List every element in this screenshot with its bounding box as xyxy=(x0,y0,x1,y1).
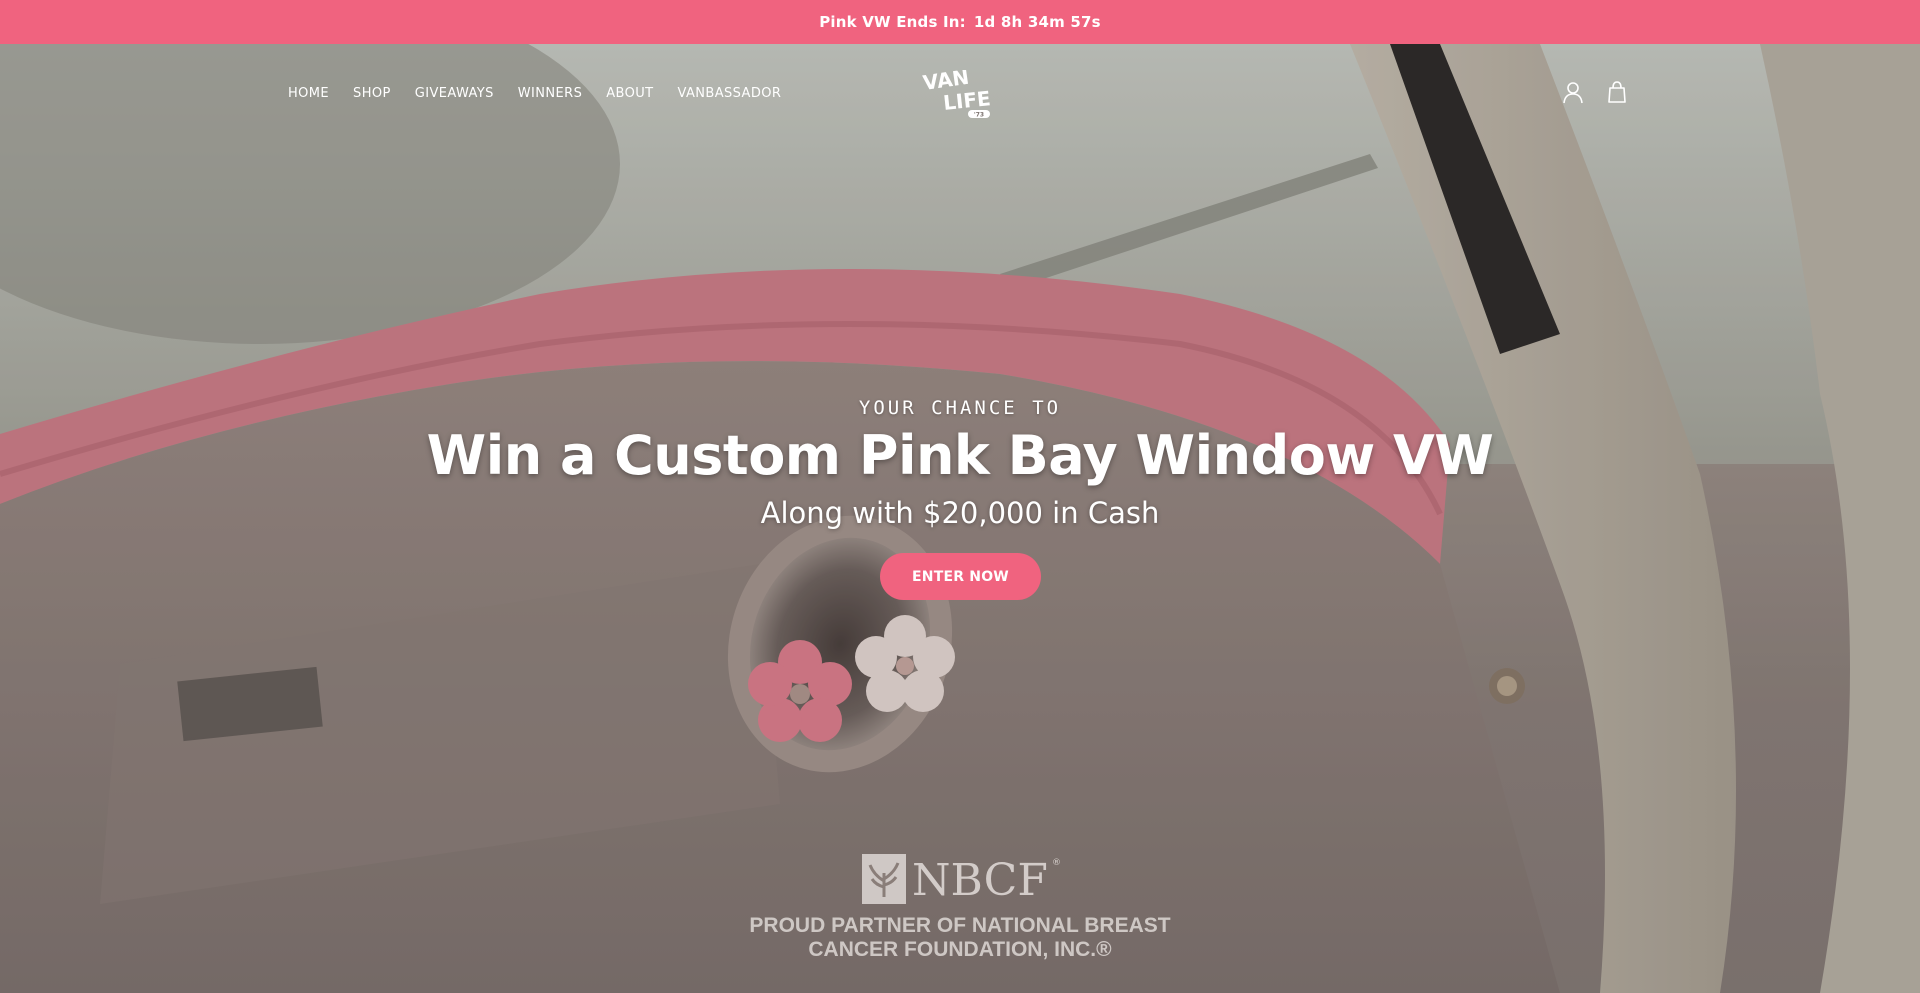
header-icons xyxy=(1562,80,1628,104)
nav-home[interactable]: HOME xyxy=(288,86,329,101)
nav-vanbassador[interactable]: VANBASSADOR xyxy=(678,86,782,101)
nav-about[interactable]: ABOUT xyxy=(606,86,653,101)
countdown-timer: 1d 8h 34m 57s xyxy=(973,13,1101,31)
nav-giveaways[interactable]: GIVEAWAYS xyxy=(415,86,494,101)
nav-shop[interactable]: SHOP xyxy=(353,86,391,101)
cart-icon[interactable] xyxy=(1606,80,1628,104)
nbcf-logo[interactable]: NBCF ® xyxy=(860,851,1060,907)
main-nav: HOME SHOP GIVEAWAYS WINNERS ABOUT VANBAS… xyxy=(288,86,805,101)
nav-winners[interactable]: WINNERS xyxy=(518,86,582,101)
announcement-bar: Pink VW Ends In: 1d 8h 34m 57s xyxy=(0,0,1920,44)
nbcf-logo-text: NBCF xyxy=(912,855,1048,906)
partner-statement: PROUD PARTNER OF NATIONAL BREAST CANCER … xyxy=(0,914,1920,962)
partner-text-line2: CANCER FOUNDATION, INC.® xyxy=(808,938,1112,961)
partner-text-line1: PROUD PARTNER OF NATIONAL BREAST xyxy=(749,914,1171,937)
logo-badge-text: '73 xyxy=(974,112,984,119)
nbcf-logo-mark: ® xyxy=(1052,858,1060,868)
countdown-label: Pink VW Ends In: xyxy=(819,13,966,31)
account-icon[interactable] xyxy=(1562,80,1584,104)
hero-eyebrow: YOUR CHANCE TO xyxy=(858,397,1062,419)
hero-subhead: Along with $20,000 in Cash xyxy=(760,496,1160,530)
enter-now-button[interactable]: ENTER NOW xyxy=(880,553,1041,600)
vanlife-logo[interactable]: VAN LIFE '73 xyxy=(922,70,998,120)
hero-headline: Win a Custom Pink Bay Window VW xyxy=(426,424,1494,487)
